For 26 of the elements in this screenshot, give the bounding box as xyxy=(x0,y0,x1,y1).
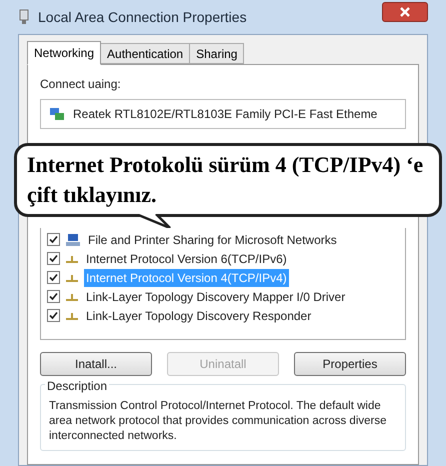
callout-text: Internet Protokolü sürüm 4 (TCP/IPv4) ‘e çift tıklayınız. xyxy=(27,151,424,209)
network-protocol-icon xyxy=(65,272,79,282)
list-item[interactable]: Link-Layer Topology Discovery Mapper I/0 Driver xyxy=(84,288,348,306)
close-icon xyxy=(400,7,410,17)
description-text: Transmission Control Protocol/Internet Protocol. The default wide area network protocol that provides communication across diverse interconnected networks. xyxy=(49,399,388,444)
action-button[interactable]: Properties xyxy=(294,352,406,376)
network-protocol-icon xyxy=(65,310,79,320)
connect-using-label: Connect uaing: xyxy=(40,76,122,93)
checkbox[interactable] xyxy=(47,233,60,246)
checkbox[interactable] xyxy=(47,271,60,284)
checkbox[interactable] xyxy=(47,290,60,303)
tab[interactable]: Sharing xyxy=(189,43,244,64)
tab[interactable]: Networking xyxy=(27,41,102,65)
list-item[interactable]: Internet Protocol Version 6(TCP/IPv6) xyxy=(84,250,289,268)
window-title: Local Area Connection Properties xyxy=(38,8,248,27)
network-protocol-icon xyxy=(65,292,79,302)
list-item[interactable]: Link-Layer Topology Discovery Responder xyxy=(84,306,314,324)
network-protocol-icon xyxy=(65,254,79,264)
checkbox[interactable] xyxy=(47,252,60,265)
checkbox[interactable] xyxy=(47,309,60,322)
tab[interactable]: Authentication xyxy=(100,43,190,64)
list-item[interactable]: File and Printer Sharing for Microsoft Networks xyxy=(86,230,339,248)
computer-icon xyxy=(65,232,81,246)
adapter-name: Reatek RTL8102E/RTL8103E Family PCI-E Fast Etheme xyxy=(73,106,378,123)
action-button[interactable]: Inatall... xyxy=(40,352,152,376)
close-button[interactable] xyxy=(382,2,428,22)
